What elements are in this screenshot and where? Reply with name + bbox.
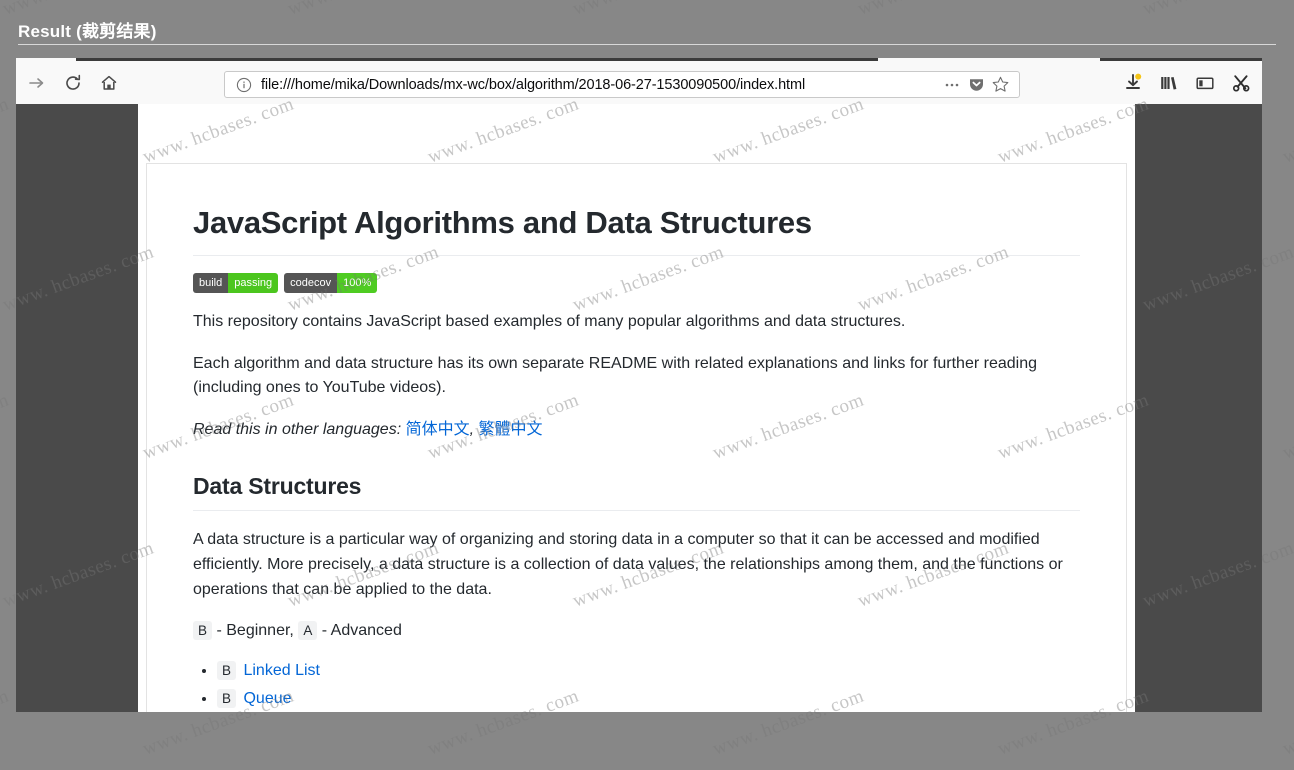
- toolbar-right-buttons: [1118, 68, 1256, 98]
- ellipsis-icon[interactable]: [941, 74, 963, 96]
- download-arrow-icon[interactable]: [1118, 68, 1148, 98]
- section-divider: [193, 509, 1080, 511]
- screenshot-root: Result (裁剪结果) file:///home/mika/Download…: [0, 0, 1294, 770]
- badge-value: passing: [228, 272, 279, 293]
- languages-separator: ,: [469, 421, 475, 439]
- watermark-text: www. hcbases. com: [1280, 686, 1294, 760]
- language-link-traditional-chinese[interactable]: 繁體中文: [479, 421, 543, 438]
- level-tag: B: [217, 689, 237, 709]
- page-viewport: JavaScript Algorithms and Data Structure…: [16, 104, 1262, 712]
- navigation-buttons: [16, 68, 124, 98]
- section-paragraph: A data structure is a particular way of …: [193, 530, 1063, 598]
- watermark-text: www. hcbases. com: [0, 389, 12, 464]
- advanced-tag: A: [298, 621, 318, 641]
- star-icon[interactable]: [989, 74, 1011, 96]
- intro-paragraph: This repository contains JavaScript base…: [193, 312, 906, 330]
- legend-line: B - Beginner, A - Advanced: [193, 619, 1080, 644]
- url-text[interactable]: file:///home/mika/Downloads/mx-wc/box/al…: [261, 77, 939, 93]
- home-icon[interactable]: [94, 68, 124, 98]
- scissors-clip-icon[interactable]: [1226, 68, 1256, 98]
- page-title: Result (裁剪结果): [18, 22, 157, 41]
- watermark-text: www. hcbases. com: [0, 685, 12, 760]
- data-structures-list: B Linked List B Queue B Stack B: [193, 657, 1080, 712]
- active-tab-indicator: [76, 58, 878, 61]
- info-circle-icon[interactable]: [235, 76, 253, 94]
- badge-label: build: [193, 272, 229, 293]
- beginner-tag: B: [193, 621, 213, 641]
- url-bar[interactable]: file:///home/mika/Downloads/mx-wc/box/al…: [224, 71, 1020, 98]
- watermark-text: www. hcbases. com: [1280, 94, 1294, 168]
- readme-title: JavaScript Algorithms and Data Structure…: [193, 205, 812, 240]
- browser-toolbar: file:///home/mika/Downloads/mx-wc/box/al…: [16, 62, 1262, 104]
- badge-label: codecov: [284, 272, 338, 293]
- reload-icon[interactable]: [58, 68, 88, 98]
- level-tag: B: [217, 661, 237, 681]
- header-divider: [18, 44, 1276, 45]
- build-status-badge[interactable]: build passing: [193, 272, 279, 293]
- list-item: B Linked List: [217, 657, 1080, 685]
- badge-row: build passing codecov 100%: [193, 272, 1080, 293]
- readme-card: JavaScript Algorithms and Data Structure…: [146, 163, 1127, 712]
- languages-paragraph: Read this in other languages: 简体中文, 繁體中文: [193, 418, 1080, 443]
- forward-arrow-icon[interactable]: [22, 68, 52, 98]
- title-divider: [193, 254, 1080, 256]
- section-heading-data-structures: Data Structures: [193, 472, 362, 499]
- codecov-badge[interactable]: codecov 100%: [284, 272, 378, 293]
- browser-window: file:///home/mika/Downloads/mx-wc/box/al…: [16, 58, 1262, 712]
- advanced-label: - Advanced: [321, 622, 402, 640]
- readme-paragraph: Each algorithm and data structure has it…: [193, 354, 1037, 397]
- languages-prefix: Read this in other languages:: [193, 421, 402, 439]
- list-item: B Queue: [217, 685, 1080, 712]
- library-books-icon[interactable]: [1154, 68, 1184, 98]
- badge-value: 100%: [337, 272, 378, 293]
- tab-strip-edge: [1100, 58, 1262, 61]
- list-item-link-queue[interactable]: Queue: [243, 690, 291, 707]
- language-link-simplified-chinese[interactable]: 简体中文: [406, 421, 470, 438]
- watermark-text: www. hcbases. com: [0, 93, 12, 168]
- list-item-link-linked-list[interactable]: Linked List: [243, 662, 320, 679]
- pocket-shield-icon[interactable]: [965, 74, 987, 96]
- beginner-label: - Beginner,: [216, 622, 294, 640]
- watermark-text: www. hcbases. com: [1280, 390, 1294, 464]
- page-header: Result (裁剪结果): [0, 0, 1294, 50]
- sidebar-panel-icon[interactable]: [1190, 68, 1220, 98]
